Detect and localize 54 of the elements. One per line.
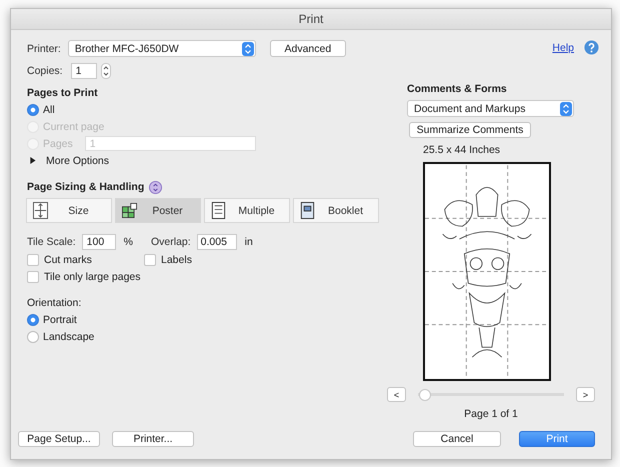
dropdown-arrows-icon <box>560 102 572 116</box>
overlap-label: Overlap: <box>150 236 191 248</box>
radio-button[interactable] <box>27 104 39 116</box>
tile-scale-field[interactable]: 100 <box>82 234 116 250</box>
tile-scale-label: Tile Scale: <box>27 236 76 248</box>
orientation-label: Orientation: <box>27 296 82 311</box>
printer-dropdown[interactable]: Brother MFC-J650DW <box>68 40 256 57</box>
checkbox-label: Labels <box>161 254 192 266</box>
checkbox[interactable] <box>27 270 39 282</box>
checkbox[interactable] <box>27 254 39 266</box>
more-options-label[interactable]: More Options <box>46 154 110 166</box>
mode-tab[interactable]: Size <box>26 198 112 223</box>
overlap-field[interactable]: 0.005 <box>196 234 237 250</box>
printer-button[interactable]: Printer... <box>112 431 194 447</box>
pages-icon <box>211 202 226 219</box>
tiles-icon <box>122 202 137 219</box>
copies-label: Copies: <box>27 64 63 76</box>
checkbox[interactable] <box>144 254 156 266</box>
dropdown-arrows-icon <box>242 42 254 56</box>
scroll-icon[interactable] <box>149 181 162 194</box>
section-heading: Pages to Print <box>27 86 99 101</box>
slider-thumb[interactable] <box>419 388 431 400</box>
unit-label: in <box>244 236 253 248</box>
window-title: Print <box>298 12 324 26</box>
page-number-label: Page 1 of 1 <box>463 408 519 420</box>
previous-page-button[interactable]: < <box>387 387 406 402</box>
paper-size-label: 25.5 x 44 Inches <box>423 144 502 158</box>
stepper-icon[interactable] <box>100 62 111 78</box>
section-heading: Page Sizing & Handling <box>27 180 144 195</box>
summarize-comments-button[interactable]: Summarize Comments <box>409 122 531 138</box>
mode-tab[interactable]: Poster <box>115 198 201 223</box>
disclosure-triangle-icon[interactable] <box>29 157 36 164</box>
radio-label: Portrait <box>43 314 77 326</box>
printer-label: Printer: <box>27 42 61 54</box>
mode-tab[interactable]: Booklet <box>293 198 379 223</box>
radio-button[interactable] <box>27 314 39 326</box>
checkbox-label: Cut marks <box>44 254 92 266</box>
resize-icon <box>33 202 48 219</box>
help-icon[interactable] <box>584 40 599 55</box>
checkbox-label: Tile only large pages <box>44 270 140 282</box>
cancel-button[interactable]: Cancel <box>413 431 501 447</box>
radio-label: Landscape <box>43 330 94 342</box>
page-setup-button[interactable]: Page Setup... <box>18 431 100 447</box>
radio-button[interactable] <box>27 330 39 342</box>
comments-dropdown[interactable]: Document and Markups <box>407 100 574 117</box>
copies-field[interactable]: 1 <box>70 62 97 78</box>
section-heading: Comments & Forms <box>407 82 508 97</box>
unit-label: % <box>124 236 133 248</box>
next-page-button[interactable]: > <box>576 387 595 402</box>
help-link[interactable]: Help <box>552 42 574 54</box>
radio-label: All <box>43 104 55 116</box>
advanced-button[interactable]: Advanced <box>270 40 346 57</box>
booklet-icon <box>300 202 315 219</box>
mode-tab[interactable]: Multiple <box>204 198 290 223</box>
